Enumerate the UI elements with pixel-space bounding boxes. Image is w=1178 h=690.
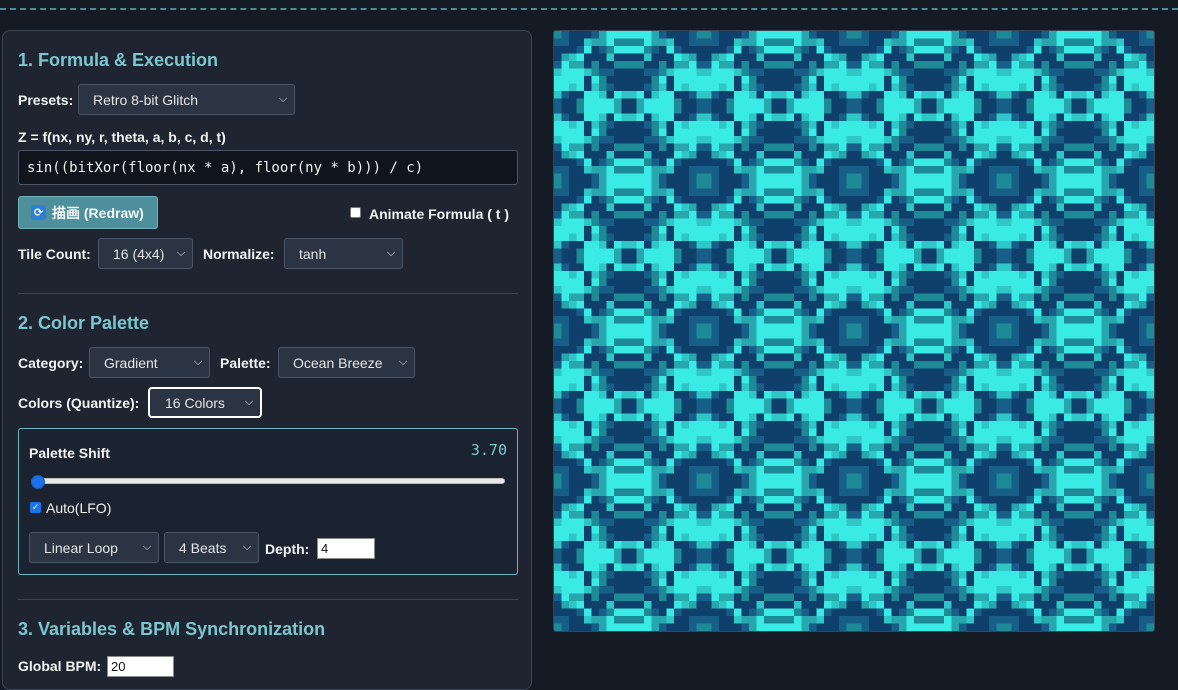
palette-shift-label: Palette Shift	[29, 445, 110, 461]
tile-count-label: Tile Count:	[18, 246, 91, 262]
normalize-select[interactable]: tanh ⌵	[284, 238, 403, 269]
pattern-canvas[interactable]	[553, 30, 1155, 632]
palette-shift-value: 3.70	[471, 441, 507, 459]
redraw-button[interactable]: ⟳ 描画 (Redraw)	[18, 196, 158, 229]
pattern-render	[554, 31, 1154, 631]
auto-lfo-label: Auto(LFO)	[46, 500, 111, 516]
section-title-formula: 1. Formula & Execution	[18, 50, 218, 71]
presets-label: Presets:	[18, 92, 73, 108]
formula-label: Z = f(nx, ny, r, theta, a, b, c, d, t)	[18, 129, 226, 145]
palette-shift-box: Palette Shift 3.70 ✓ Auto(LFO) Linear Lo…	[18, 428, 518, 575]
global-bpm-label: Global BPM:	[18, 658, 101, 674]
palette-select[interactable]: Ocean Breeze ⌵	[278, 347, 415, 378]
quantize-label: Colors (Quantize):	[18, 395, 139, 411]
category-label: Category:	[18, 355, 83, 371]
chevron-down-icon: ⌵	[392, 356, 414, 369]
chevron-down-icon: ⌵	[136, 541, 158, 554]
lfo-beats-select[interactable]: 4 Beats ⌵	[164, 532, 259, 563]
animate-formula-label: Animate Formula ( t )	[369, 206, 509, 222]
refresh-icon: ⟳	[31, 205, 46, 220]
presets-select[interactable]: Retro 8-bit Glitch ⌵	[78, 84, 295, 115]
quantize-select[interactable]: 16 Colors ⌵	[148, 387, 262, 418]
lfo-mode-select[interactable]: Linear Loop ⌵	[29, 532, 159, 563]
animate-formula-checkbox[interactable]	[350, 207, 361, 218]
chevron-down-icon: ⌵	[187, 356, 209, 369]
palette-shift-slider-thumb[interactable]	[31, 475, 45, 489]
section-title-palette: 2. Color Palette	[18, 313, 149, 334]
depth-input[interactable]: 4	[317, 538, 375, 559]
palette-shift-slider-track[interactable]	[31, 478, 505, 484]
redraw-label: 描画 (Redraw)	[52, 203, 144, 223]
top-dashed-divider	[0, 8, 1178, 10]
chevron-down-icon: ⌵	[380, 247, 402, 260]
category-select[interactable]: Gradient ⌵	[89, 347, 210, 378]
depth-label: Depth:	[265, 541, 309, 557]
auto-lfo-checkbox[interactable]: ✓	[30, 502, 41, 513]
chevron-down-icon: ⌵	[238, 396, 260, 409]
chevron-down-icon: ⌵	[170, 247, 192, 260]
tile-count-select[interactable]: 16 (4x4) ⌵	[98, 238, 193, 269]
chevron-down-icon: ⌵	[272, 93, 294, 106]
section-title-variables: 3. Variables & BPM Synchronization	[18, 619, 325, 640]
section-divider	[18, 599, 518, 600]
normalize-label: Normalize:	[203, 246, 275, 262]
controls-panel: 1. Formula & Execution Presets: Retro 8-…	[2, 30, 532, 690]
palette-label: Palette:	[220, 355, 271, 371]
formula-input[interactable]: sin((bitXor(floor(nx * a), floor(ny * b)…	[18, 150, 518, 185]
global-bpm-input[interactable]: 20	[107, 656, 174, 677]
chevron-down-icon: ⌵	[236, 541, 258, 554]
section-divider	[18, 293, 518, 294]
